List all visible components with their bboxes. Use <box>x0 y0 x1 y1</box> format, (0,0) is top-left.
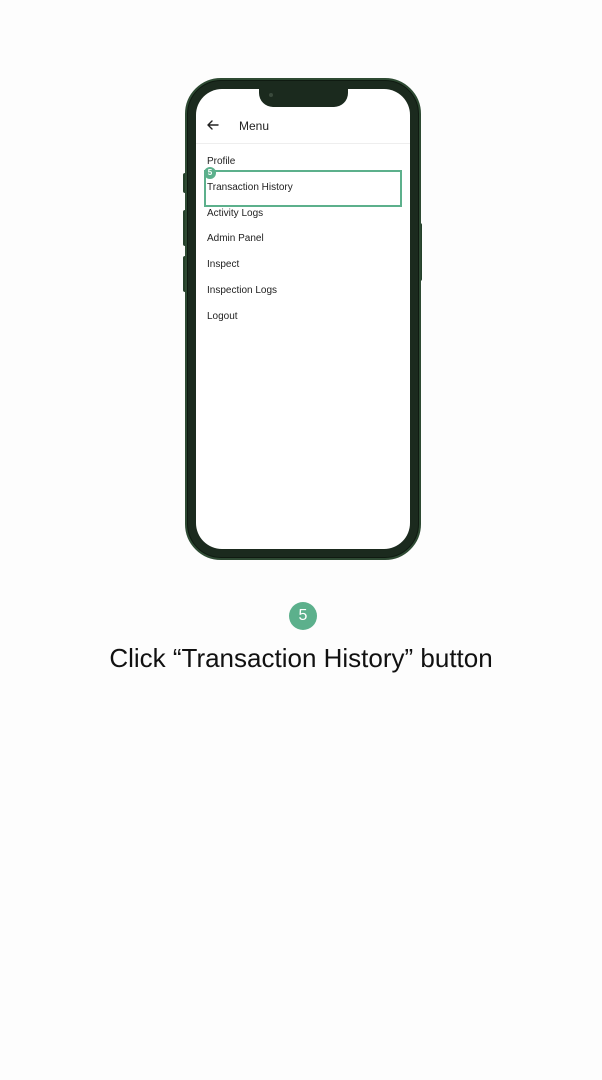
phone-notch <box>259 87 348 107</box>
step-number-badge: 5 <box>289 602 317 630</box>
arrow-left-icon[interactable] <box>206 118 220 132</box>
menu-item-activity-logs[interactable]: Activity Logs <box>207 207 293 233</box>
menu-item-logout[interactable]: Logout <box>207 310 293 336</box>
highlight-box <box>204 170 402 207</box>
camera-icon <box>269 93 273 97</box>
step-marker-badge: 5 <box>204 167 216 179</box>
app-header <box>196 109 410 144</box>
step-instruction: Click “Transaction History” button <box>109 643 493 673</box>
menu-item-inspection-logs[interactable]: Inspection Logs <box>207 284 293 310</box>
page-title: Menu <box>239 119 270 133</box>
phone-screen: Menu Profile Transaction History Activit… <box>196 89 410 549</box>
menu-item-admin-panel[interactable]: Admin Panel <box>207 232 293 258</box>
menu-item-inspect[interactable]: Inspect <box>207 258 293 284</box>
